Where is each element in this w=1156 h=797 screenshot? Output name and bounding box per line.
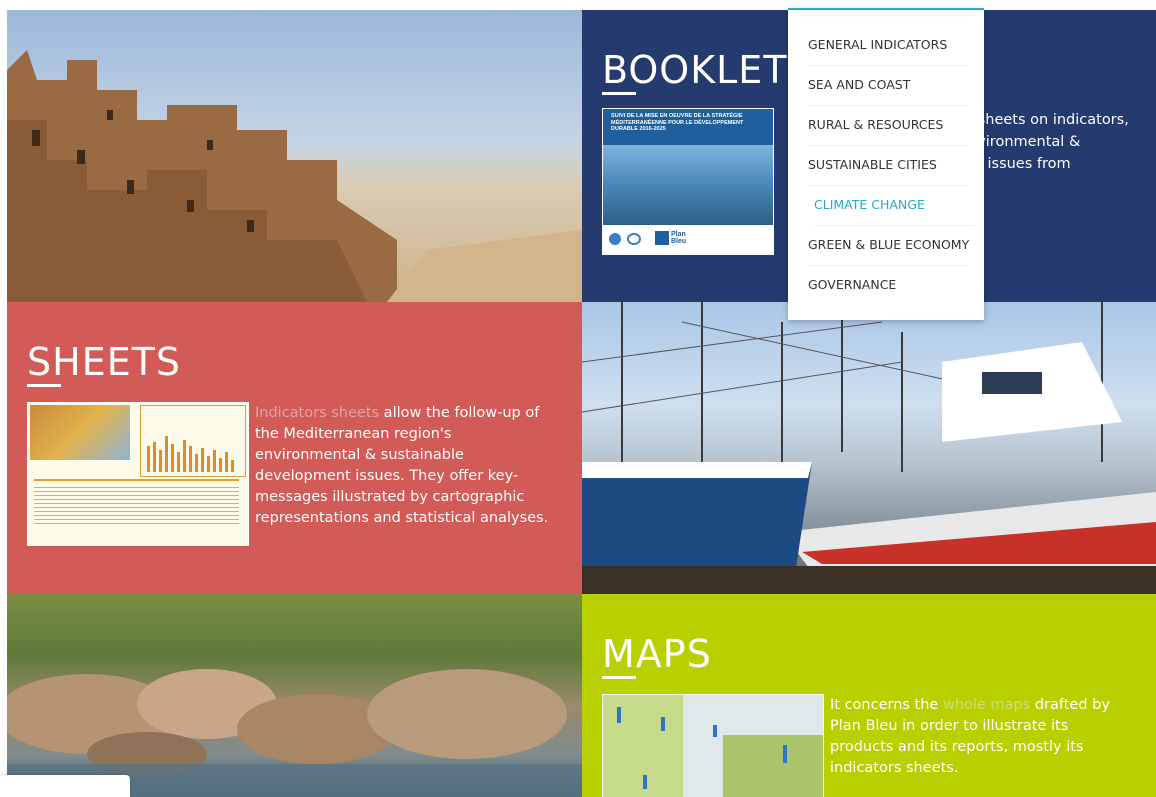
maps-thumbnail[interactable] xyxy=(602,694,824,797)
booklet-thumbnail[interactable]: SUIVI DE LA MISE EN OEUVRE DE LA STRATÉG… xyxy=(602,108,774,255)
river-rocks-photo[interactable] xyxy=(7,594,582,797)
menu-item-governance[interactable]: GOVERNANCE xyxy=(808,265,968,305)
maps-tile[interactable]: MAPS It concerns the whole maps drafted … xyxy=(582,594,1156,797)
menu-item-general-indicators[interactable]: GENERAL INDICATORS xyxy=(808,25,968,66)
fishing-boats-photo[interactable] xyxy=(582,302,1156,594)
map-bar xyxy=(783,745,787,763)
maps-title[interactable]: MAPS xyxy=(602,632,712,676)
kasbah-photo[interactable] xyxy=(7,10,582,302)
title-underline xyxy=(27,384,61,387)
menu-item-green-blue-economy[interactable]: GREEN & BLUE ECONOMY xyxy=(808,225,969,266)
menu-item-sea-and-coast[interactable]: SEA AND COAST xyxy=(808,65,968,106)
sheet-text-lines xyxy=(34,487,239,527)
title-underline xyxy=(602,92,636,95)
title-underline xyxy=(602,676,636,679)
sheets-description: Indicators sheets allow the follow-up of… xyxy=(255,403,555,529)
indicators-sheets-link[interactable]: Indicators sheets xyxy=(255,405,379,421)
menu-item-sustainable-cities[interactable]: SUSTAINABLE CITIES xyxy=(808,145,968,186)
rocks-illustration xyxy=(7,669,582,797)
sheet-map-image xyxy=(30,405,130,460)
booklet-cover-title: SUIVI DE LA MISE EN OEUVRE DE LA STRATÉG… xyxy=(611,113,744,132)
booklets-description-line-1: f sheets on indicators, xyxy=(968,112,1129,128)
sheet-divider xyxy=(34,479,239,481)
map-bar xyxy=(617,707,621,723)
bar-chart-icon xyxy=(147,436,234,472)
menu-item-climate-change[interactable]: CLIMATE CHANGE xyxy=(814,185,974,226)
booklet-cover-photo xyxy=(603,145,773,225)
sheets-category-dropdown: GENERAL INDICATORS SEA AND COAST RURAL &… xyxy=(788,8,984,320)
plan-bleu-logo-text: Plan Bleu xyxy=(671,231,687,245)
booklets-description-line-2: nvironmental & xyxy=(968,134,1081,150)
map-bar xyxy=(661,717,665,731)
map-logo-icon xyxy=(627,233,641,245)
map-bar xyxy=(713,725,717,737)
whole-maps-link[interactable]: whole maps xyxy=(943,697,1030,713)
boats-illustration xyxy=(582,302,1156,594)
sheets-tile[interactable]: SHEETS Indicators sheets allow the follo… xyxy=(7,302,582,594)
maps-description: It concerns the whole maps drafted by Pl… xyxy=(830,695,1130,779)
sheets-title[interactable]: SHEETS xyxy=(27,340,181,384)
map-land-east xyxy=(723,735,823,797)
sheet-chart-image xyxy=(140,405,246,477)
menu-item-rural-resources[interactable]: RURAL & RESOURCES xyxy=(808,105,968,146)
booklets-title[interactable]: BOOKLETS xyxy=(602,48,813,92)
sheets-thumbnail[interactable] xyxy=(27,402,249,546)
maps-description-before: It concerns the xyxy=(830,697,943,713)
map-bar xyxy=(643,775,647,789)
sheets-description-text: allow the follow-up of the Mediterranean… xyxy=(255,405,549,526)
plan-bleu-logo-icon xyxy=(655,231,669,245)
kasbah-illustration xyxy=(7,50,582,302)
unep-logo-icon xyxy=(609,233,621,245)
bottom-left-widget[interactable] xyxy=(0,775,130,797)
